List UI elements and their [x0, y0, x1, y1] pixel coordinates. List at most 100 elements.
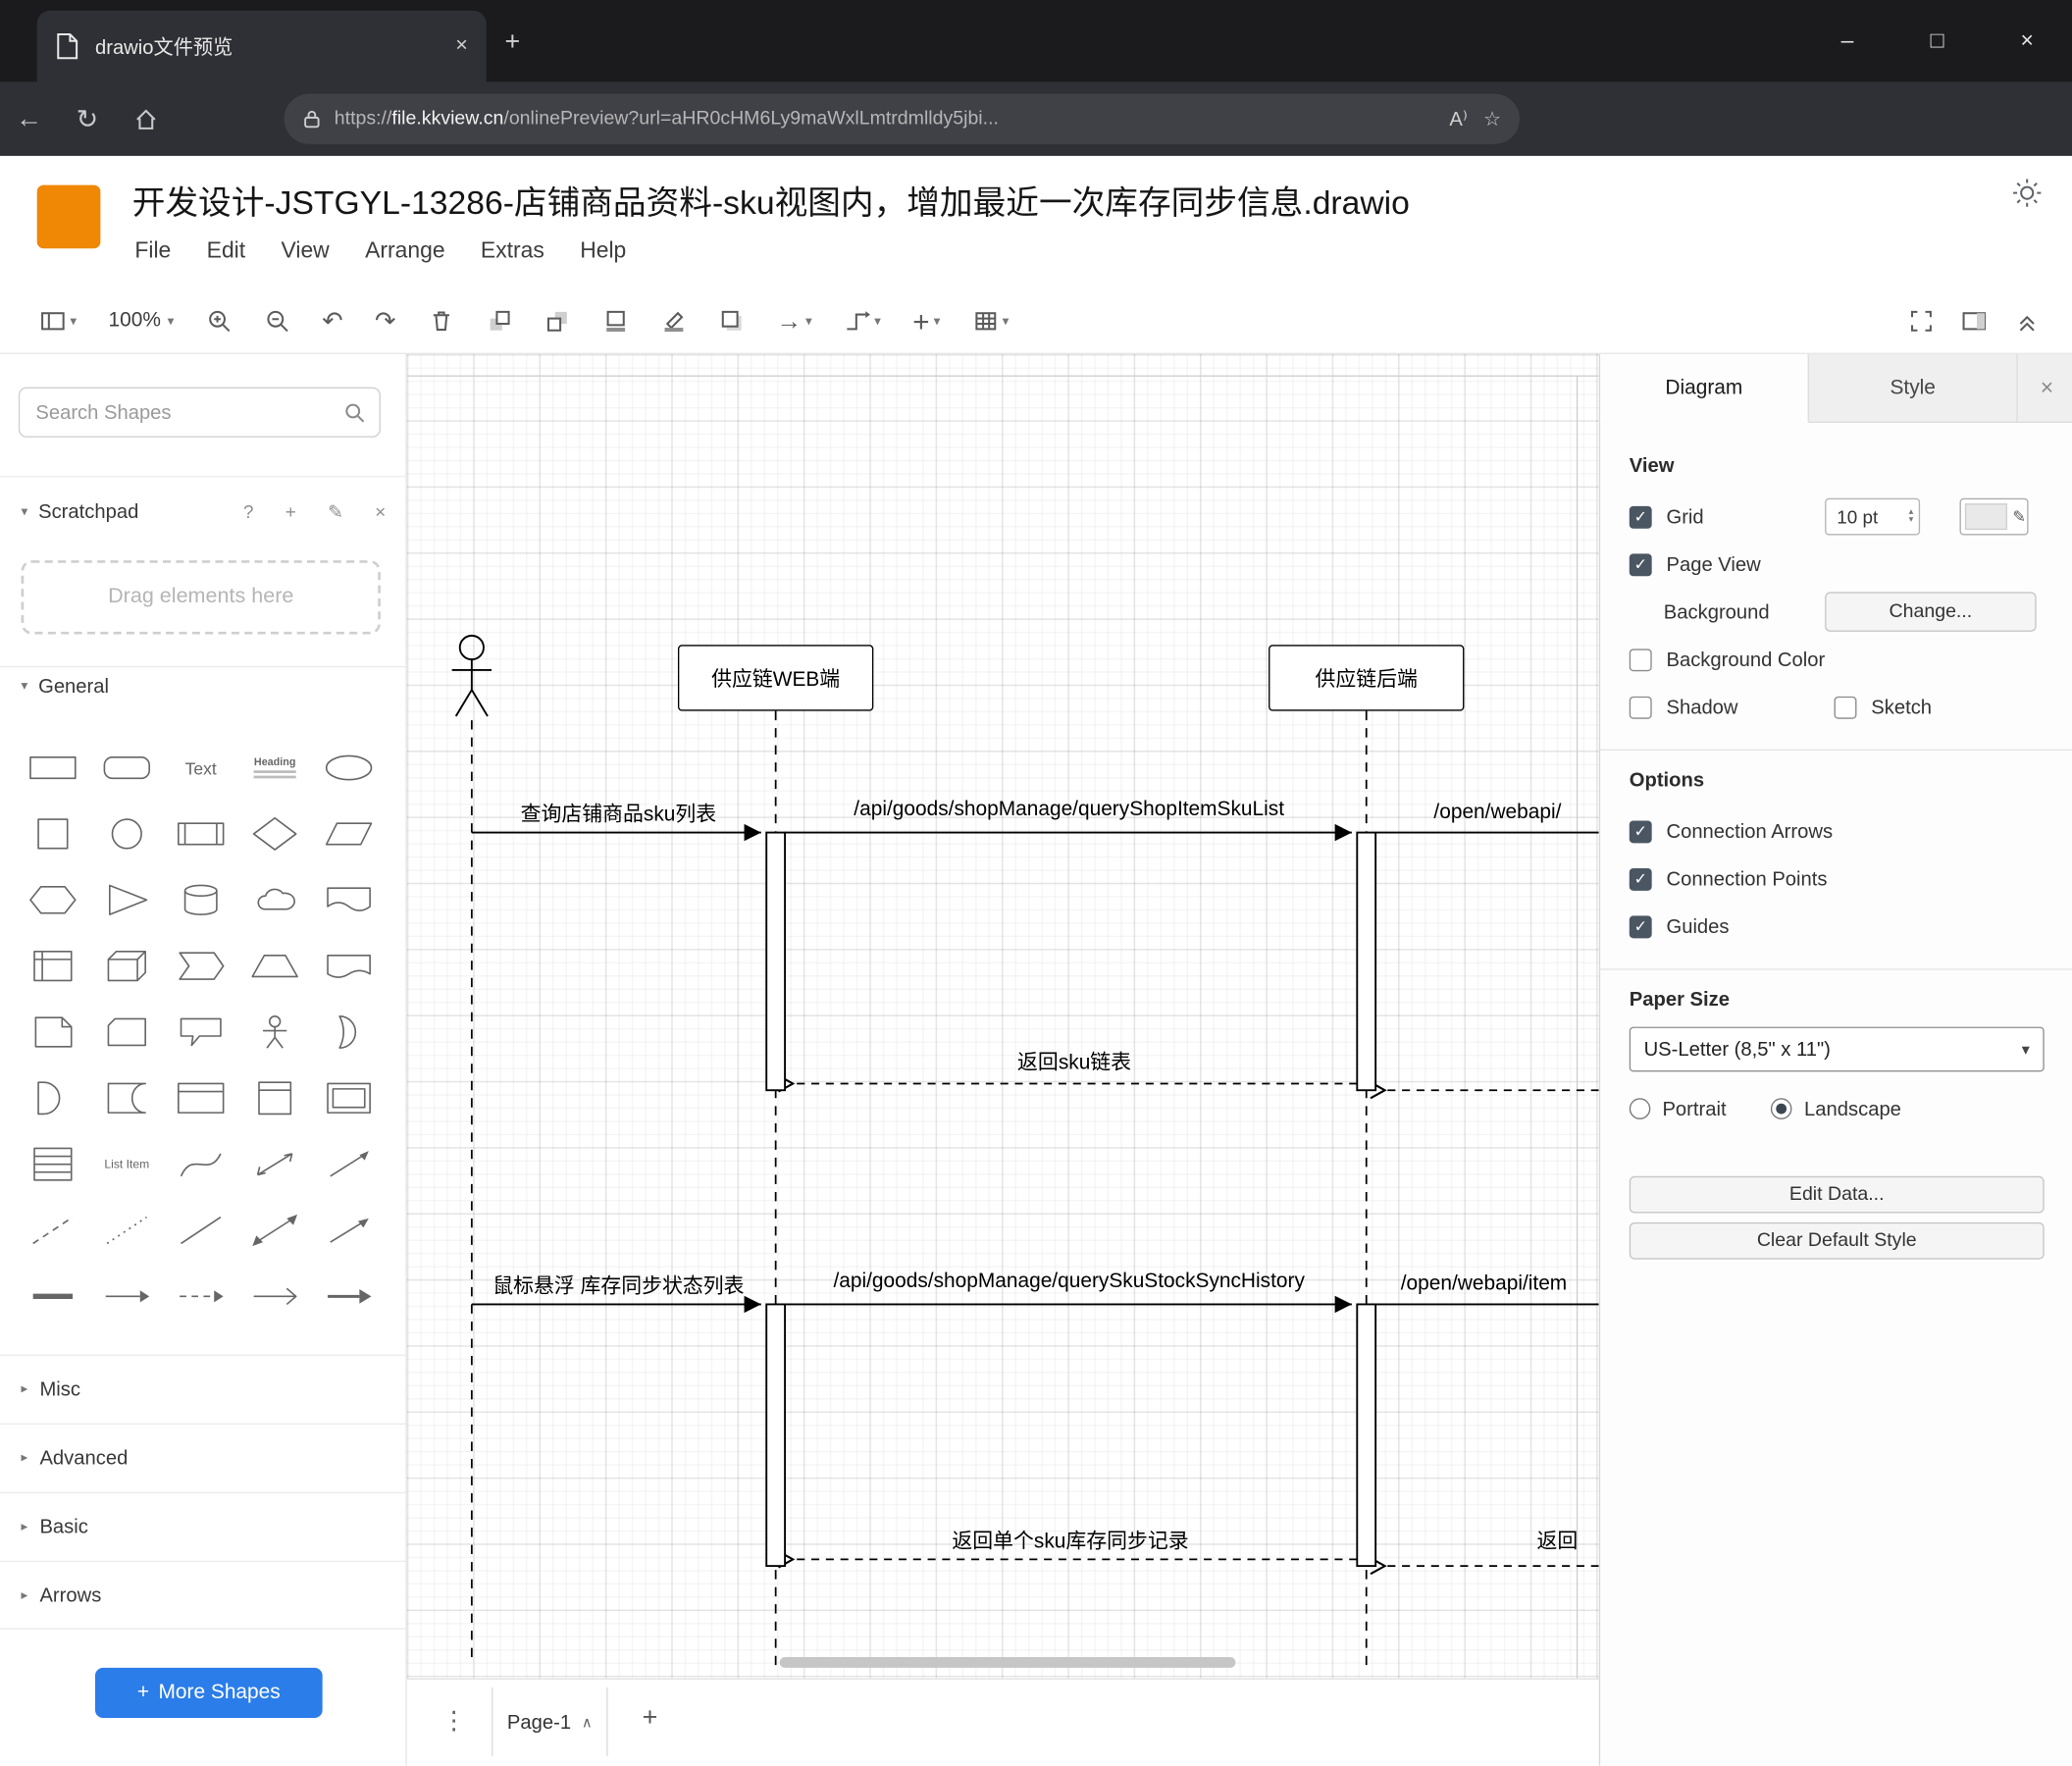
shape-rounded-rectangle-icon[interactable] — [90, 735, 164, 801]
zoom-out-icon[interactable] — [264, 308, 290, 335]
section-general[interactable]: ▾ General — [22, 675, 109, 698]
connection-arrows-checkbox[interactable] — [1629, 819, 1652, 843]
shape-square-icon[interactable] — [16, 801, 89, 866]
shape-arrow-icon[interactable] — [312, 1197, 386, 1263]
zoom-level-select[interactable]: 100% ▾ — [108, 309, 174, 333]
shape-callout-icon[interactable] — [164, 999, 237, 1065]
shape-ellipse-icon[interactable] — [312, 735, 386, 801]
scratchpad-close-icon[interactable]: × — [375, 500, 386, 523]
delete-icon[interactable] — [428, 308, 454, 335]
paper-size-select[interactable]: US-Letter (8,5" x 11") ▾ — [1629, 1026, 2045, 1072]
section-basic[interactable]: ▸ Basic — [0, 1491, 406, 1561]
shape-curve-icon[interactable] — [164, 1131, 237, 1197]
read-aloud-icon[interactable]: A⁾ — [1449, 107, 1467, 130]
web-activation-1[interactable] — [765, 831, 787, 1092]
shape-cube-icon[interactable] — [90, 933, 164, 999]
grid-checkbox[interactable] — [1629, 505, 1652, 529]
shape-hexagon-icon[interactable] — [16, 867, 89, 933]
canvas-horizontal-scrollbar[interactable] — [779, 1657, 1236, 1668]
shape-dashed-arrow-icon[interactable] — [164, 1264, 237, 1329]
home-icon[interactable] — [117, 104, 175, 134]
shape-rectangle-icon[interactable] — [16, 735, 89, 801]
grid-color-swatch[interactable]: ✎ — [1959, 497, 2029, 536]
maximize-window-icon[interactable]: □ — [1892, 27, 1983, 54]
to-front-icon[interactable] — [486, 308, 512, 335]
shape-cylinder-icon[interactable] — [164, 867, 237, 933]
participant-web-box[interactable]: 供应链WEB端 — [677, 645, 874, 711]
to-back-icon[interactable] — [544, 308, 570, 335]
scratchpad-drop-area[interactable]: Drag elements here — [21, 560, 381, 635]
background-color-checkbox[interactable] — [1629, 648, 1652, 671]
message-label-open-webapi-item[interactable]: /open/webapi/item — [1401, 1273, 1567, 1296]
shape-dashed-line-icon[interactable] — [16, 1197, 89, 1263]
fullscreen-icon[interactable] — [1908, 308, 1935, 335]
diagram-canvas[interactable]: 供应链WEB端 供应链后端 查询店铺商品sku列表 /api/goods/sho… — [406, 353, 1599, 1679]
message-label-open-webapi[interactable]: /open/webapi/ — [1433, 801, 1561, 824]
shape-diamond-icon[interactable] — [237, 801, 311, 866]
shape-internal-storage-icon[interactable] — [16, 933, 89, 999]
backend-activation-2[interactable] — [1356, 1303, 1377, 1568]
shape-note-icon[interactable] — [16, 999, 89, 1065]
portrait-radio[interactable] — [1629, 1098, 1651, 1119]
shape-document-icon[interactable] — [312, 867, 386, 933]
menu-help[interactable]: Help — [580, 237, 626, 264]
page-view-checkbox[interactable] — [1629, 552, 1652, 576]
scratchpad-help-icon[interactable]: ? — [243, 500, 254, 523]
shape-frame-icon[interactable] — [312, 1065, 386, 1131]
shape-open-arrow-icon[interactable] — [237, 1264, 311, 1329]
shape-actor-icon[interactable] — [237, 999, 311, 1065]
view-panel-icon[interactable]: ▾ — [39, 308, 77, 335]
shape-card-icon[interactable] — [90, 999, 164, 1065]
menu-file[interactable]: File — [134, 237, 171, 264]
shape-process-icon[interactable] — [164, 801, 237, 866]
scratchpad-add-icon[interactable]: + — [285, 500, 296, 523]
shape-step-icon[interactable] — [164, 933, 237, 999]
shape-tape-icon[interactable] — [312, 933, 386, 999]
sketch-checkbox[interactable] — [1834, 696, 1857, 719]
close-window-icon[interactable]: × — [1982, 27, 2072, 54]
zoom-in-icon[interactable] — [206, 308, 233, 335]
shape-heading-icon[interactable]: Heading — [237, 735, 311, 801]
shape-or-icon[interactable] — [312, 999, 386, 1065]
shape-vertical-container-icon[interactable] — [237, 1065, 311, 1131]
message-label-query-list[interactable]: 查询店铺商品sku列表 — [521, 799, 717, 828]
backend-activation-1[interactable] — [1356, 831, 1377, 1092]
message-label-return-single[interactable]: 返回单个sku库存同步记录 — [952, 1525, 1188, 1554]
stepper-icons[interactable]: ▴ ▾ — [1909, 507, 1914, 525]
shape-link-icon[interactable] — [16, 1264, 89, 1329]
insert-icon[interactable]: + ▾ — [912, 306, 940, 336]
shape-trapezoid-icon[interactable] — [237, 933, 311, 999]
shape-cloud-icon[interactable] — [237, 867, 311, 933]
shape-solid-arrow-icon[interactable] — [90, 1264, 164, 1329]
waypoints-icon[interactable]: ▾ — [844, 308, 881, 335]
line-color-icon[interactable] — [660, 308, 687, 335]
tab-diagram[interactable]: Diagram — [1600, 353, 1809, 424]
message-label-hover-sync[interactable]: 鼠标悬浮 库存同步状态列表 — [492, 1270, 744, 1299]
undo-icon[interactable]: ↶ — [322, 309, 342, 335]
connection-points-checkbox[interactable] — [1629, 867, 1652, 891]
shape-directional-arrow-icon[interactable] — [312, 1131, 386, 1197]
change-background-button[interactable]: Change... — [1825, 592, 2037, 632]
table-icon[interactable]: ▾ — [972, 308, 1009, 335]
message-label-return-partial[interactable]: 返回 — [1536, 1525, 1578, 1554]
shape-dotted-line-icon[interactable] — [90, 1197, 164, 1263]
menu-arrange[interactable]: Arrange — [365, 237, 444, 264]
pages-menu-icon[interactable]: ⋮ — [441, 1706, 467, 1737]
shape-triangle-icon[interactable] — [90, 867, 164, 933]
shape-bidirectional-arrow-icon[interactable] — [237, 1131, 311, 1197]
shadow-checkbox[interactable] — [1629, 696, 1652, 719]
fill-color-icon[interactable] — [602, 308, 629, 335]
tab-style[interactable]: Style — [1809, 353, 2018, 422]
section-advanced[interactable]: ▸ Advanced — [0, 1423, 406, 1492]
connection-style-icon[interactable]: → ▾ — [776, 309, 811, 335]
shape-filled-arrow-icon[interactable] — [312, 1264, 386, 1329]
menu-edit[interactable]: Edit — [207, 237, 245, 264]
menu-view[interactable]: View — [281, 237, 329, 264]
shape-and-icon[interactable] — [16, 1065, 89, 1131]
shape-text-icon[interactable]: Text — [164, 735, 237, 801]
chevron-down-icon[interactable]: ▾ — [22, 504, 28, 519]
collapse-icon[interactable] — [2014, 308, 2041, 335]
page-tab[interactable]: Page-1 ∧ — [492, 1688, 608, 1757]
shape-double-arrow-icon[interactable] — [237, 1197, 311, 1263]
close-tab-icon[interactable]: × — [455, 34, 468, 58]
